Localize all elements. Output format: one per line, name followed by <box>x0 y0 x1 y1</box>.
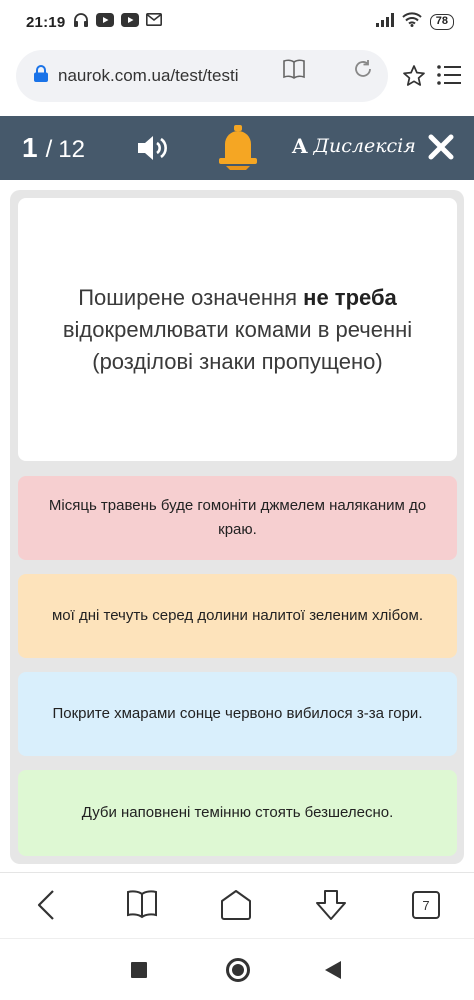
tabs-icon[interactable]: 7 <box>412 891 440 919</box>
battery-icon: 78 <box>429 14 454 30</box>
android-nav-bar <box>0 938 474 1000</box>
answer-option-3[interactable]: Покрите хмарами сонце червоно вибилося з… <box>18 672 457 756</box>
status-time: 21:19 <box>26 13 66 31</box>
dyslexia-toggle[interactable]: A Дислексія <box>292 134 416 158</box>
back-triangle-icon[interactable] <box>324 960 342 985</box>
wifi-icon <box>402 12 422 32</box>
youtube-icon <box>121 12 140 32</box>
question-text-bold: не треба <box>303 284 397 310</box>
dyslexia-label: Дислексія <box>313 135 416 157</box>
system-icons: 78 <box>375 12 454 32</box>
answer-option-4[interactable]: Дуби наповнені темінню стоять безшелесно… <box>18 770 457 856</box>
question-card: Поширене означення не треба відокремлюва… <box>18 198 457 461</box>
screen: 21:19 78 naurok.com.ua/test/testi 1 / 12… <box>0 0 474 1000</box>
home-circle-icon[interactable] <box>225 957 251 988</box>
question-text-after: відокремлювати комами в реченні (розділо… <box>62 316 413 374</box>
question-text-before: Поширене означення <box>78 284 304 310</box>
recents-icon[interactable] <box>130 961 148 984</box>
bookmarks-icon[interactable] <box>126 889 158 924</box>
question-separator: / <box>45 136 53 163</box>
reader-icon[interactable] <box>282 58 306 85</box>
question-text: Поширене означення не треба відокремлюва… <box>42 282 433 378</box>
youtube-icon <box>96 12 115 32</box>
back-icon[interactable] <box>36 889 56 926</box>
download-icon[interactable] <box>314 889 348 926</box>
menu-icon[interactable] <box>436 64 462 91</box>
notification-icons <box>73 12 163 33</box>
url-text[interactable]: naurok.com.ua/test/testi <box>58 66 263 86</box>
reload-icon[interactable] <box>352 58 374 85</box>
dyslexia-letter: A <box>292 134 308 158</box>
question-counter: 1 / 12 <box>22 132 85 164</box>
question-current: 1 <box>22 132 38 163</box>
gmail-icon <box>146 13 163 31</box>
headphones-icon <box>73 12 89 33</box>
home-icon[interactable] <box>220 889 252 926</box>
close-icon[interactable] <box>428 134 454 165</box>
quiz-header: 1 / 12 A Дислексія <box>0 116 474 180</box>
star-icon[interactable] <box>402 64 426 93</box>
address-bar[interactable]: naurok.com.ua/test/testi <box>16 50 388 102</box>
speaker-icon[interactable] <box>136 132 172 169</box>
question-total: 12 <box>58 136 85 163</box>
bell-icon[interactable] <box>218 124 258 177</box>
status-bar: 21:19 78 <box>0 0 474 44</box>
signal-icon <box>375 12 394 32</box>
browser-toolbar: naurok.com.ua/test/testi <box>0 44 474 116</box>
lock-icon <box>34 65 48 87</box>
browser-bottom-nav: 7 <box>0 872 474 938</box>
answer-option-1[interactable]: Місяць травень буде гомоніти джмелем нал… <box>18 476 457 560</box>
answer-option-2[interactable]: мої дні течуть серед долини налитої зеле… <box>18 574 457 658</box>
